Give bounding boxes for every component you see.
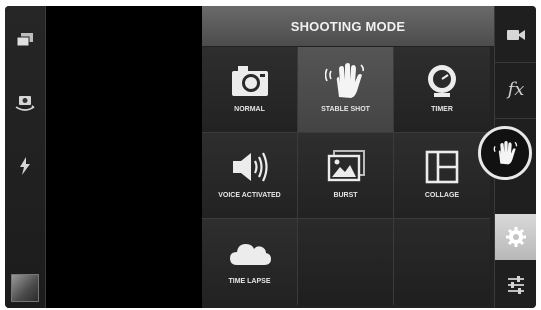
camera-icon (228, 61, 272, 101)
hand-wave-icon (324, 61, 368, 101)
shooting-mode-icon (493, 141, 518, 165)
mode-normal[interactable]: NORMAL (202, 47, 298, 133)
mode-label: NORMAL (234, 106, 265, 113)
switch-camera-icon[interactable] (13, 90, 37, 114)
collage-icon (420, 147, 464, 187)
mode-time-lapse[interactable]: TIME LAPSE (202, 219, 298, 305)
adjustments-icon[interactable] (495, 268, 536, 302)
divider (495, 118, 536, 119)
mode-timer[interactable]: TIMER (394, 47, 490, 133)
effects-icon: fx (507, 78, 525, 100)
burst-images-icon (324, 147, 368, 187)
divider (495, 62, 536, 63)
mode-burst[interactable]: BURST (298, 133, 394, 219)
empty-tile (394, 219, 490, 305)
effects-button[interactable]: fx (495, 72, 536, 106)
timer-icon (420, 61, 464, 101)
flash-icon[interactable] (13, 154, 37, 178)
mode-label: VOICE ACTIVATED (218, 192, 281, 199)
empty-tile (298, 219, 394, 305)
mode-label: TIMER (431, 106, 453, 113)
camera-app: SHOOTING MODE NORMAL STABLE SHOT TIMER V… (5, 6, 536, 308)
viewfinder[interactable] (46, 6, 201, 308)
settings-gear-icon (506, 227, 526, 247)
mode-collage[interactable]: COLLAGE (394, 133, 490, 219)
current-mode-button[interactable] (478, 126, 532, 180)
mode-stable-shot[interactable]: STABLE SHOT (298, 47, 394, 133)
settings-button[interactable] (495, 214, 536, 260)
mode-grid: NORMAL STABLE SHOT TIMER VOICE ACTIVATED… (202, 47, 494, 308)
mode-label: TIME LAPSE (228, 278, 271, 285)
speaker-icon (228, 147, 272, 187)
mode-label: STABLE SHOT (321, 106, 370, 113)
mode-label: COLLAGE (424, 192, 460, 199)
left-toolbar (5, 6, 46, 308)
mode-label: BURST (333, 192, 358, 199)
gallery-thumbnail[interactable] (11, 274, 39, 302)
cloud-icon (228, 233, 272, 273)
layers-icon[interactable] (13, 28, 37, 52)
shooting-mode-panel: SHOOTING MODE NORMAL STABLE SHOT TIMER V… (202, 6, 494, 308)
video-camera-icon[interactable] (495, 20, 536, 50)
panel-title: SHOOTING MODE (202, 6, 494, 46)
mode-voice-activated[interactable]: VOICE ACTIVATED (202, 133, 298, 219)
